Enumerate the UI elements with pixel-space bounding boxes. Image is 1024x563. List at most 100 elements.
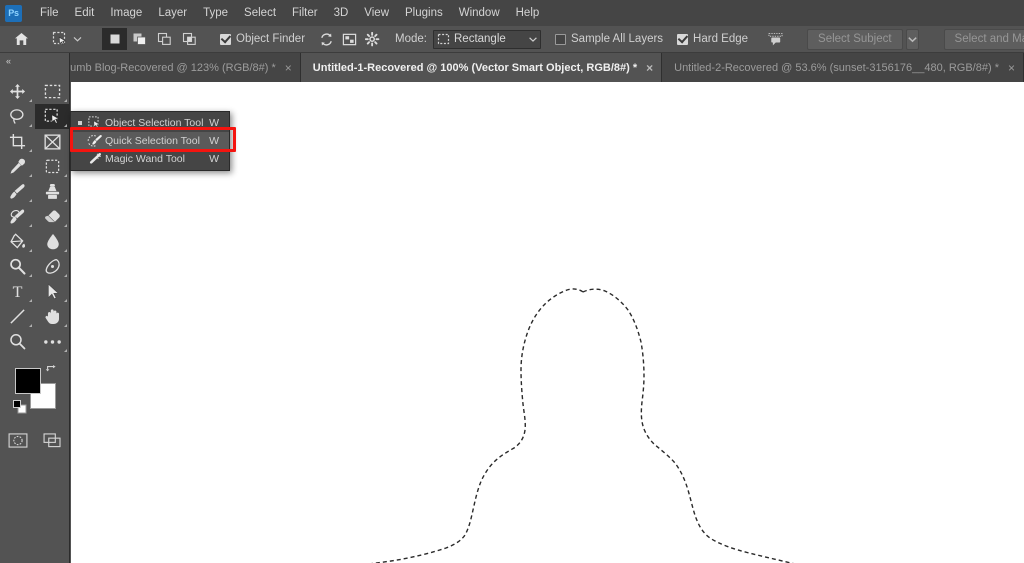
flyout-item-object-selection-tool[interactable]: Object Selection ToolW — [71, 114, 229, 132]
document-tab-label: Untitled-2-Recovered @ 53.6% (sunset-315… — [674, 62, 999, 74]
path-selection-tool[interactable] — [35, 279, 70, 304]
subtract-from-selection-button[interactable] — [152, 28, 177, 50]
close-icon[interactable]: × — [646, 62, 653, 74]
document-tab-bar: Thumb Blog-Recovered @ 123% (RGB/8#) *× U… — [0, 53, 1024, 82]
move-tool[interactable] — [0, 79, 35, 104]
chevron-down-icon[interactable] — [528, 36, 538, 43]
tools-panel: « — [0, 53, 70, 563]
document-tab-label: Untitled-1-Recovered @ 100% (Vector Smar… — [313, 62, 637, 74]
menu-item-file[interactable]: File — [32, 3, 67, 23]
menu-item-3d[interactable]: 3D — [326, 3, 357, 23]
document-tab[interactable]: Untitled-2-Recovered @ 53.6% (sunset-315… — [662, 53, 1024, 82]
tool-flyout-menu[interactable]: Object Selection ToolWQuick Selection To… — [70, 111, 230, 171]
select-subject-options-chevron[interactable] — [906, 29, 919, 50]
flyout-corner-icon — [64, 349, 67, 352]
flyout-corner-icon — [29, 124, 32, 127]
new-selection-button[interactable] — [102, 28, 127, 50]
refresh-icon[interactable] — [319, 28, 334, 50]
intersect-with-selection-button[interactable] — [177, 28, 202, 50]
sample-all-layers-label: Sample All Layers — [571, 33, 663, 45]
menu-item-window[interactable]: Window — [451, 3, 508, 23]
swap-colors-icon[interactable] — [45, 365, 57, 377]
frame-tool[interactable] — [35, 129, 70, 154]
zoom-tool[interactable] — [0, 329, 35, 354]
bottom-tool-group — [0, 428, 69, 453]
flyout-item-magic-wand-tool[interactable]: Magic Wand ToolW — [71, 150, 229, 168]
menu-item-edit[interactable]: Edit — [67, 3, 103, 23]
hand-tool[interactable] — [35, 304, 70, 329]
line-icon — [9, 308, 26, 325]
select-subject-button[interactable]: Select Subject — [807, 29, 903, 50]
brush-tool[interactable] — [0, 179, 35, 204]
rectangular-marquee-tool[interactable] — [35, 79, 70, 104]
object-finder-label: Object Finder — [236, 33, 305, 45]
mode-select[interactable]: Rectangle — [433, 30, 541, 49]
sample-all-layers-checkbox[interactable]: Sample All Layers — [555, 33, 663, 45]
flyout-corner-icon — [64, 199, 67, 202]
hard-edge-checkbox[interactable]: Hard Edge — [677, 33, 748, 45]
eraser-tool[interactable] — [35, 204, 70, 229]
object-selection-icon — [44, 108, 61, 125]
mode-label: Mode: — [395, 33, 427, 45]
flyout-corner-icon — [29, 274, 32, 277]
photoshop-logo-icon: Ps — [5, 5, 22, 22]
gradient-tool[interactable] — [0, 229, 35, 254]
checkbox-box — [220, 34, 231, 45]
quick-mask-icon — [8, 433, 28, 448]
add-to-selection-button[interactable] — [127, 28, 152, 50]
flyout-corner-icon — [29, 149, 32, 152]
menu-item-image[interactable]: Image — [102, 3, 150, 23]
flyout-corner-icon — [29, 99, 32, 102]
flyout-corner-icon — [64, 299, 67, 302]
document-tab[interactable]: Thumb Blog-Recovered @ 123% (RGB/8#) *× — [45, 53, 300, 82]
chevron-down-icon[interactable] — [73, 36, 82, 42]
menu-item-layer[interactable]: Layer — [150, 3, 195, 23]
collapse-panel-button[interactable]: « — [0, 53, 69, 69]
flyout-item-quick-selection-tool[interactable]: Quick Selection ToolW — [71, 132, 229, 150]
rectangle-marquee-icon — [437, 33, 450, 45]
dodge-icon — [9, 258, 26, 275]
menu-item-help[interactable]: Help — [508, 3, 548, 23]
ellipsis-icon — [43, 338, 62, 346]
select-and-mask-button[interactable]: Select and Mask... — [944, 29, 1024, 50]
selection-mode-group — [102, 28, 202, 50]
crop-tool[interactable] — [0, 129, 35, 154]
tool-preset-picker[interactable] — [47, 28, 84, 50]
eyedropper-tool[interactable] — [0, 154, 35, 179]
menu-item-view[interactable]: View — [356, 3, 397, 23]
dodge-tool[interactable] — [0, 254, 35, 279]
menu-item-type[interactable]: Type — [195, 3, 236, 23]
mode-value: Rectangle — [450, 33, 528, 45]
share-feedback-icon[interactable] — [767, 28, 784, 50]
pen-tool[interactable] — [35, 254, 70, 279]
gear-icon[interactable] — [365, 28, 380, 50]
object-finder-checkbox[interactable]: Object Finder — [220, 33, 305, 45]
foreground-color-swatch[interactable] — [15, 368, 41, 394]
quick-mask-mode-button[interactable] — [0, 428, 35, 453]
show-object-overlay-icon[interactable] — [342, 28, 357, 50]
line-tool[interactable] — [0, 304, 35, 329]
screen-mode-button[interactable] — [35, 428, 70, 453]
close-icon[interactable]: × — [285, 62, 292, 74]
history-brush-tool[interactable] — [0, 204, 35, 229]
menu-item-plugins[interactable]: Plugins — [397, 3, 451, 23]
close-icon[interactable]: × — [1008, 62, 1015, 74]
object-selection-tool[interactable] — [35, 104, 70, 129]
flyout-corner-icon — [29, 199, 32, 202]
horizontal-type-tool[interactable]: T — [0, 279, 35, 304]
lasso-tool[interactable] — [0, 104, 35, 129]
home-icon[interactable] — [14, 28, 29, 50]
flyout-item-shortcut: W — [209, 153, 229, 165]
clone-stamp-tool[interactable] — [35, 179, 70, 204]
menu-item-select[interactable]: Select — [236, 3, 284, 23]
edit-toolbar-button[interactable] — [35, 329, 70, 354]
flyout-corner-icon — [29, 299, 32, 302]
default-colors-icon[interactable] — [13, 400, 27, 414]
spot-healing-brush-tool[interactable] — [35, 154, 70, 179]
paint-bucket-icon — [9, 233, 26, 250]
document-tab[interactable]: Untitled-1-Recovered @ 100% (Vector Smar… — [301, 53, 662, 82]
blur-tool[interactable] — [35, 229, 70, 254]
flyout-item-label: Object Selection Tool — [105, 117, 209, 129]
menu-item-filter[interactable]: Filter — [284, 3, 326, 23]
lasso-icon — [9, 108, 26, 125]
